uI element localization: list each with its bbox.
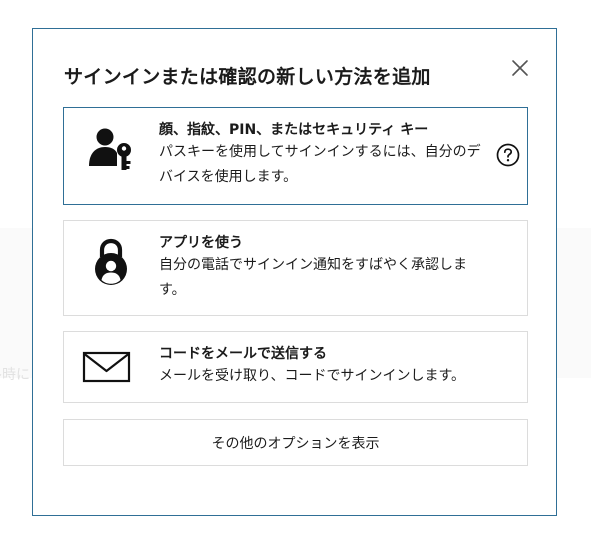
close-icon [512, 60, 528, 76]
option-authenticator-app-description: 自分の電話でサインイン通知をすばやく承認します。 [159, 257, 467, 298]
close-button[interactable] [507, 55, 533, 81]
option-authenticator-app[interactable]: アプリを使う 自分の電話でサインイン通知をすばやく承認します。 [63, 220, 528, 316]
option-email-code-title: コードをメールで送信する [159, 346, 327, 362]
option-passkey-title: 顔、指紋、PIN、またはセキュリティ キー [159, 122, 429, 138]
option-passkey-description: パスキーを使用してサインインするには、自分のデバイスを使用します。 [159, 144, 481, 185]
question-circle-icon [496, 143, 520, 167]
authenticator-lock-icon [92, 237, 130, 287]
add-sign-in-method-dialog: サインインまたは確認の新しい方法を追加 顔、指紋、PIN、またはセキュリティ キ… [32, 28, 557, 516]
option-passkey[interactable]: 顔、指紋、PIN、またはセキュリティ キー パスキーを使用してサインインするには… [63, 107, 528, 205]
option-authenticator-app-text: アプリを使う 自分の電話でサインイン通知をすばやく承認します。 [159, 233, 487, 303]
dialog-title: サインインまたは確認の新しい方法を追加 [64, 66, 431, 88]
option-email-code-description: メールを受け取り、コードでサインインします。 [159, 368, 466, 384]
option-email-code-text: コードをメールで送信する メールを受け取り、コードでサインインします。 [159, 344, 487, 389]
help-button[interactable] [495, 142, 521, 168]
envelope-icon [82, 350, 132, 384]
option-email-code[interactable]: コードをメールで送信する メールを受け取り、コードでサインインします。 [63, 331, 528, 403]
show-more-options-button[interactable]: その他のオプションを表示 [63, 419, 528, 466]
option-passkey-text: 顔、指紋、PIN、またはセキュリティ キー パスキーを使用してサインインするには… [159, 120, 487, 190]
option-authenticator-app-title: アプリを使う [159, 235, 243, 251]
background-text-fragment: ル時に [0, 367, 30, 383]
show-more-options-label: その他のオプションを表示 [211, 435, 380, 452]
user-key-icon [88, 126, 134, 172]
